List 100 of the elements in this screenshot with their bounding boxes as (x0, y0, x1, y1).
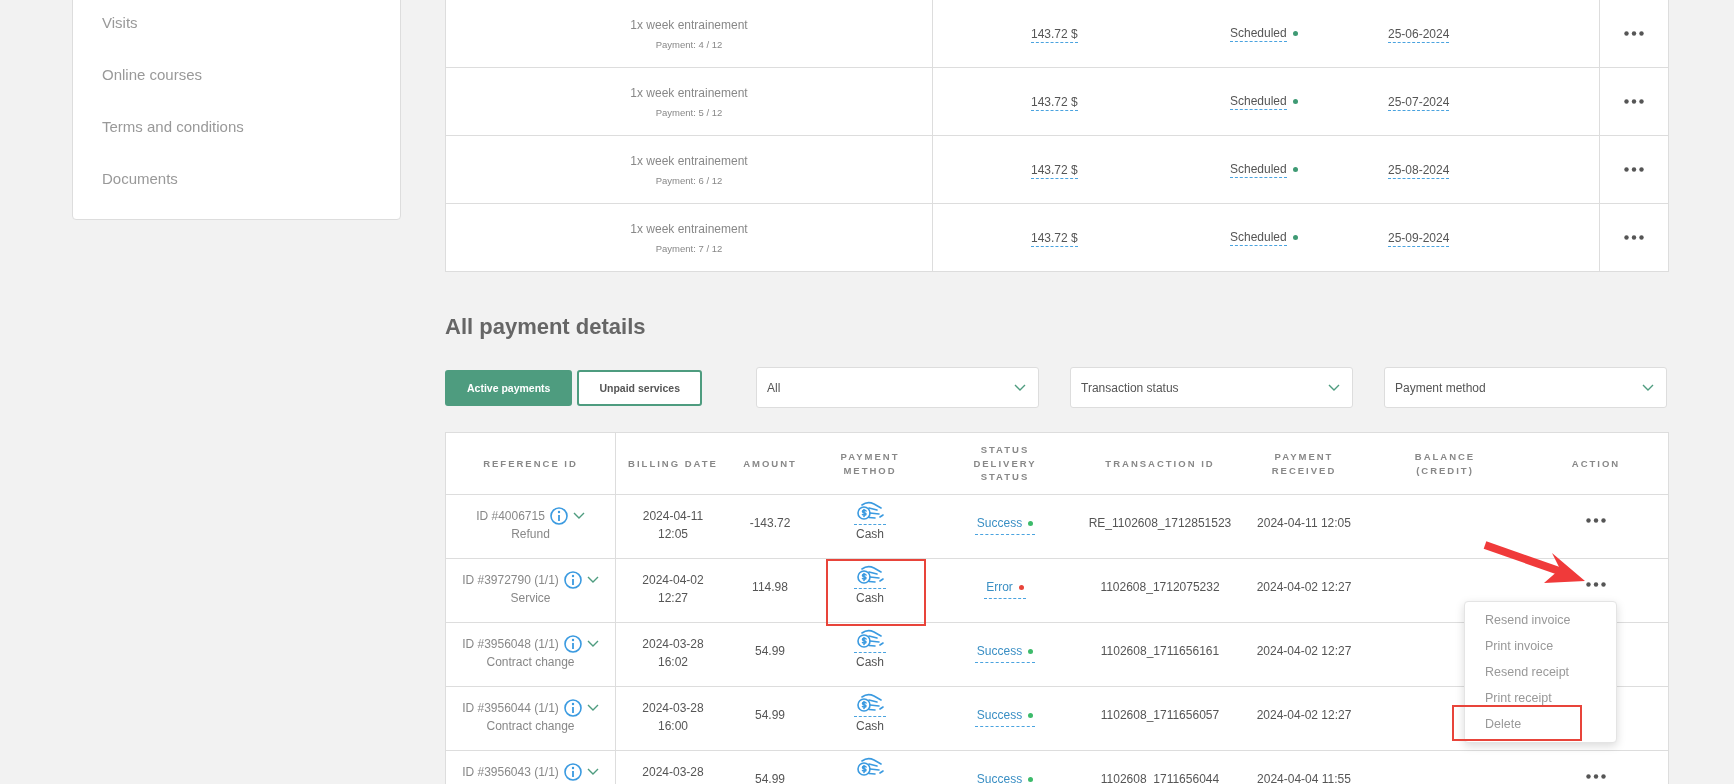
payment-count: Payment: 6 / 12 (655, 174, 723, 186)
billing-date: 2024-03-28 (642, 700, 704, 717)
amount-text: 143.72 $ (1031, 230, 1078, 247)
expand-chevron-icon[interactable] (586, 768, 599, 776)
payment-received: 2024-04-11 12:05 (1257, 515, 1351, 532)
amount-text: 114.98 (752, 579, 788, 596)
plan-title: 1x week entrainement (630, 153, 748, 168)
column-header: TRANSACTION ID (1104, 456, 1216, 471)
section-title: All payment details (445, 313, 647, 341)
billing-date: 2024-03-28 (642, 636, 704, 653)
reference-id: ID #4006715 (476, 508, 545, 525)
transaction-id: 1102608_1712075232 (1100, 579, 1220, 596)
sidebar-item[interactable]: Documents (73, 153, 400, 205)
status-text: Scheduled (1230, 161, 1287, 178)
hand-coin-icon (855, 629, 885, 651)
sidebar-item[interactable]: Terms and conditions (73, 101, 400, 153)
chevron-down-icon[interactable] (1014, 383, 1026, 392)
chevron-down-icon[interactable] (1328, 383, 1340, 392)
info-icon[interactable] (549, 507, 568, 525)
date-text: 25-09-2024 (1388, 230, 1450, 247)
reference-type: Service (510, 590, 551, 607)
more-icon (1586, 518, 1606, 523)
reference-id: ID #3972790 (1/1) (462, 572, 559, 589)
menu-item[interactable]: Delete (1465, 711, 1616, 737)
amount-text: 54.99 (755, 707, 785, 724)
status-link[interactable]: Error (984, 578, 1026, 599)
menu-item[interactable]: Print receipt (1465, 685, 1616, 711)
billing-date: 2024-04-11 (642, 508, 704, 525)
billing-date: 2024-03-28 (642, 764, 704, 781)
column-header: PAYMENT METHOD (839, 449, 901, 478)
more-icon (1624, 31, 1644, 36)
column-header: BILLING DATE (627, 456, 719, 471)
date-text: 25-08-2024 (1388, 162, 1450, 179)
amount-text: 54.99 (755, 771, 785, 784)
column-header: AMOUNT (742, 456, 798, 471)
billing-time: 16:02 (658, 654, 688, 671)
more-icon (1624, 99, 1644, 104)
info-icon[interactable] (563, 635, 582, 653)
transaction-id: 1102608_1711656057 (1100, 707, 1220, 724)
column-header: PAYMENT RECEIVED (1270, 449, 1338, 478)
more-icon (1624, 167, 1644, 172)
filter-dropdown[interactable]: All (756, 367, 1039, 408)
plan-title: 1x week entrainement (630, 17, 748, 32)
info-icon[interactable] (563, 571, 582, 589)
payment-method: Cash (854, 588, 886, 607)
hand-coin-icon (855, 501, 885, 523)
sidebar-item[interactable]: Online courses (73, 49, 400, 101)
date-text: 25-07-2024 (1388, 94, 1450, 111)
plan-title: 1x week entrainement (630, 221, 748, 236)
column-header: BALANCE (CREDIT) (1413, 449, 1477, 478)
menu-item[interactable]: Resend receipt (1465, 659, 1616, 685)
reference-type: Refund (511, 526, 550, 543)
expand-chevron-icon[interactable] (586, 576, 599, 584)
filter-toggle-button[interactable]: Unpaid services (577, 369, 702, 406)
status-link[interactable]: Success (974, 706, 1036, 727)
transaction-id: 1102608_1711656161 (1100, 643, 1220, 660)
billing-time: 16:00 (658, 718, 688, 735)
chevron-down-icon[interactable] (1642, 383, 1654, 392)
more-icon (1586, 582, 1606, 587)
payment-count: Payment: 7 / 12 (655, 242, 723, 254)
menu-item[interactable]: Print invoice (1465, 633, 1616, 659)
payment-method: Cash (854, 652, 886, 671)
amount-text: 143.72 $ (1031, 26, 1078, 43)
reference-id: ID #3956043 (1/1) (462, 764, 559, 781)
filter-dropdown[interactable]: Payment method (1384, 367, 1667, 408)
status-text: Scheduled (1230, 25, 1287, 42)
column-header: STATUS DELIVERY STATUS (972, 442, 1038, 485)
column-header: REFERENCE ID (446, 433, 616, 494)
payment-received: 2024-04-02 12:27 (1256, 643, 1352, 660)
payment-method: Cash (854, 716, 886, 735)
reference-type: Contract change (486, 718, 575, 735)
expand-chevron-icon[interactable] (572, 512, 585, 520)
payment-received: 2024-04-04 11:55 (1257, 771, 1351, 784)
more-icon (1586, 774, 1606, 779)
expand-chevron-icon[interactable] (586, 704, 599, 712)
date-text: 25-06-2024 (1388, 26, 1450, 43)
sidebar-item[interactable]: Visits (73, 0, 400, 49)
info-icon[interactable] (563, 699, 582, 717)
transaction-id: RE_1102608_1712851523 (1088, 515, 1232, 532)
menu-item[interactable]: Resend invoice (1465, 607, 1616, 633)
plan-title: 1x week entrainement (630, 85, 748, 100)
expand-chevron-icon[interactable] (586, 640, 599, 648)
hand-coin-icon (855, 757, 885, 779)
column-header: ACTION (1570, 456, 1622, 471)
billing-date: 2024-04-02 (642, 572, 704, 589)
filter-dropdown[interactable]: Transaction status (1070, 367, 1353, 408)
status-text: Scheduled (1230, 93, 1287, 110)
reference-id: ID #3956048 (1/1) (462, 636, 559, 653)
payment-method: Cash (854, 524, 886, 543)
payment-received: 2024-04-02 12:27 (1256, 579, 1352, 596)
status-link[interactable]: Success (974, 642, 1036, 663)
payment-received: 2024-04-02 12:27 (1256, 707, 1352, 724)
amount-text: -143.72 (749, 515, 791, 532)
reference-type: Contract change (486, 654, 575, 671)
billing-time: 12:05 (658, 526, 688, 543)
filter-toggle-button[interactable]: Active payments (445, 369, 573, 406)
payment-count: Payment: 5 / 12 (655, 106, 723, 118)
status-link[interactable]: Success (974, 770, 1036, 784)
status-link[interactable]: Success (974, 514, 1036, 535)
info-icon[interactable] (563, 763, 582, 781)
